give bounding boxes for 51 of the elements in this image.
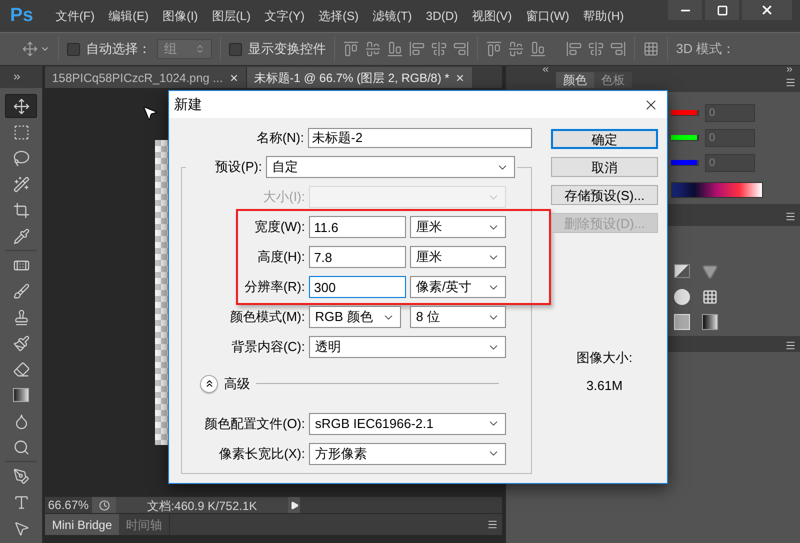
- menu-item[interactable]: 窗口(W): [526, 7, 570, 25]
- field-label: 宽度(W):: [253, 218, 306, 236]
- dropdown[interactable]: 方形像素: [309, 442, 506, 464]
- field-label: 预设(P):: [214, 158, 263, 176]
- unit-dropdown[interactable]: 厘米: [410, 216, 506, 238]
- menu-item[interactable]: 选择(S): [318, 7, 359, 25]
- dialog-button[interactable]: 确定: [551, 129, 658, 149]
- field-label: 分辨率(R):: [243, 278, 306, 296]
- option-label: 显示变换控件: [248, 40, 326, 58]
- dropdown[interactable]: sRGB IEC61966-2.1: [309, 412, 506, 434]
- dialog-button[interactable]: 取消: [551, 157, 658, 177]
- dialog-title: 新建: [174, 95, 202, 114]
- app-logo: Ps: [10, 4, 34, 28]
- document-tab[interactable]: 158PICq58PICzcR_1024.png ...: [45, 67, 247, 88]
- number-field[interactable]: 300: [309, 276, 406, 298]
- document-info: 文档:460.9 K/752.1K: [116, 497, 288, 513]
- menu-item[interactable]: 视图(V): [472, 7, 512, 25]
- menu-item[interactable]: 编辑(E): [108, 7, 149, 25]
- field-label: 像素长宽比(X):: [218, 444, 306, 463]
- option-label: 自动选择：: [86, 40, 151, 58]
- dialog-button[interactable]: 存储预设(S)...: [551, 185, 658, 205]
- depth-dropdown[interactable]: 8 位: [410, 306, 506, 328]
- document-tab[interactable]: 未标题-1 @ 66.7% (图层 2, RGB/8) *: [246, 67, 472, 88]
- unit-dropdown[interactable]: 像素/英寸: [410, 276, 506, 298]
- menu-item[interactable]: 文字(Y): [264, 7, 305, 25]
- number-field[interactable]: 7.8: [309, 246, 406, 268]
- field-label: 颜色模式(M):: [228, 308, 306, 326]
- zoom-level: 66.67%: [47, 497, 90, 514]
- menu-item[interactable]: 图像(I): [162, 7, 198, 25]
- field-label: 名称(N):: [255, 129, 305, 148]
- unit-dropdown[interactable]: 厘米: [410, 246, 506, 268]
- menu-item[interactable]: 帮助(H): [583, 7, 624, 25]
- menu-item[interactable]: 滤镜(T): [372, 7, 412, 25]
- option-label: 3D 模式：: [676, 40, 736, 58]
- menu-item[interactable]: 图层(L): [212, 7, 251, 25]
- name-field[interactable]: 未标题-2: [308, 128, 532, 148]
- field-label: 背景内容(C):: [230, 338, 306, 356]
- field-label: 高度(H):: [256, 248, 306, 266]
- menu-item[interactable]: 3D(D): [426, 7, 458, 25]
- image-size-value: 3.61M: [585, 376, 624, 394]
- panel-tab[interactable]: Mini Bridge: [45, 514, 120, 535]
- section-label: 高级: [224, 375, 250, 393]
- field-label: 大小(I):: [262, 188, 306, 206]
- preset-dropdown[interactable]: 自定: [266, 156, 515, 178]
- field-label: 颜色配置文件(O):: [204, 414, 306, 433]
- image-size-label: 图像大小:: [576, 349, 634, 367]
- panel-tab[interactable]: 颜色: [556, 72, 594, 88]
- menu-item[interactable]: 文件(F): [55, 7, 95, 25]
- number-field[interactable]: 11.6: [309, 216, 406, 238]
- dropdown[interactable]: 透明: [309, 336, 506, 358]
- dropdown[interactable]: RGB 颜色: [309, 306, 401, 328]
